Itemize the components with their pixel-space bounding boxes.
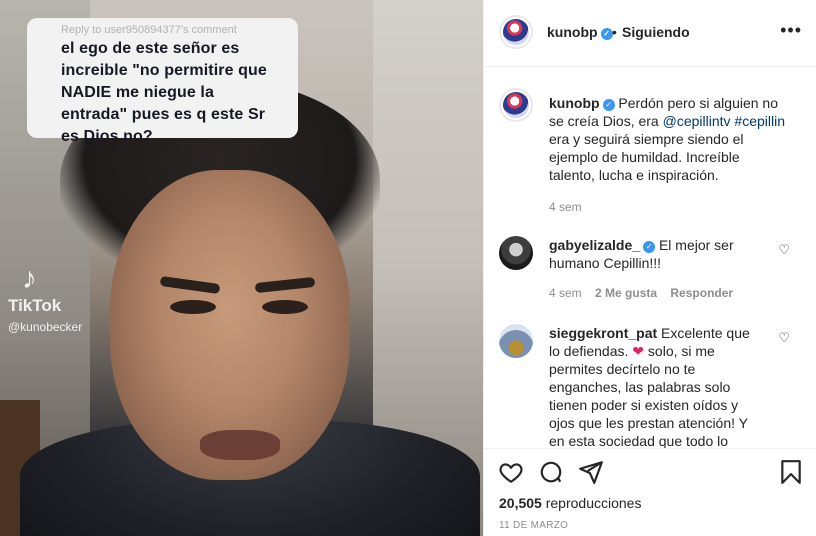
like-icon[interactable] [498,459,524,485]
heart-emoji-icon: ❤ [632,343,645,359]
mention-link[interactable]: @cepillintv [663,113,731,129]
following-button[interactable]: Siguiendo [622,24,690,40]
post-header: kunobp ✓ • Siguiendo ••• [484,0,816,67]
comment-icon[interactable] [538,459,564,485]
verified-icon: ✓ [602,99,615,111]
comment-meta: 4 sem 2 Me gusta Responder [549,286,743,300]
like-comment-icon[interactable]: ♡ [778,242,790,258]
comment-time[interactable]: 4 sem [549,286,582,300]
comment-username[interactable]: sieggekront_pat [549,325,657,341]
reply-text: el ego de este señor es increible "no pe… [61,40,267,145]
more-options-icon[interactable]: ••• [780,20,802,41]
share-icon[interactable] [578,459,604,485]
person-eye [170,300,216,314]
avatar[interactable] [499,15,533,49]
tiktok-brand: TikTok [8,296,62,315]
caption-text: kunobp ✓ Perdón pero si alguien no se cre… [549,94,789,184]
caption-body-end: era y seguirá siempre siendo el ejemplo … [549,131,744,183]
person-mouth [200,430,280,460]
tiktok-username: @kunobecker [8,320,83,334]
video-player[interactable]: Reply to user950894377's comment el ego … [0,0,483,536]
avatar[interactable] [499,324,533,358]
like-comment-icon[interactable]: ♡ [778,330,790,346]
comments-list[interactable]: kunobp ✓ Perdón pero si alguien no se cre… [484,68,816,448]
person-eye [262,300,308,314]
separator-dot: • [612,24,617,40]
hashtag-link[interactable]: #cepillin [734,113,785,129]
tiktok-logo-icon: ♪ [22,262,37,295]
comment-text: sieggekront_pat Excelente que lo defiend… [549,324,754,448]
views-count[interactable]: 20,505 reproducciones [499,495,641,511]
views-label: reproducciones [545,495,642,511]
post-panel: kunobp ✓ • Siguiendo ••• kunobp ✓ Perdón p… [483,0,816,536]
comment-username[interactable]: gabyelizalde_ [549,237,640,253]
comment-likes[interactable]: 2 Me gusta [595,286,657,300]
reply-comment-overlay: Reply to user950894377's comment el ego … [27,18,298,145]
reply-button[interactable]: Responder [670,286,733,300]
verified-icon: ✓ [643,241,656,253]
post-date[interactable]: 11 DE MARZO [499,520,568,531]
tiktok-watermark: ♪ TikTok @kunobecker [8,262,83,335]
comment-text: gabyelizalde_ ✓ El mejor ser humano Cepil… [549,236,749,272]
avatar[interactable] [499,236,533,270]
caption-meta: 4 sem [549,200,592,214]
avatar[interactable] [499,88,533,122]
save-icon[interactable] [778,459,804,485]
caption-time[interactable]: 4 sem [549,200,582,214]
reply-header: Reply to user950894377's comment [61,24,237,36]
caption-username[interactable]: kunobp [549,95,600,111]
views-number: 20,505 [499,495,542,511]
actions-bar: 20,505 reproducciones 11 DE MARZO [484,448,816,536]
username-link[interactable]: kunobp [547,24,598,40]
header-username[interactable]: kunobp ✓ [547,24,613,40]
verified-icon: ✓ [600,28,613,40]
